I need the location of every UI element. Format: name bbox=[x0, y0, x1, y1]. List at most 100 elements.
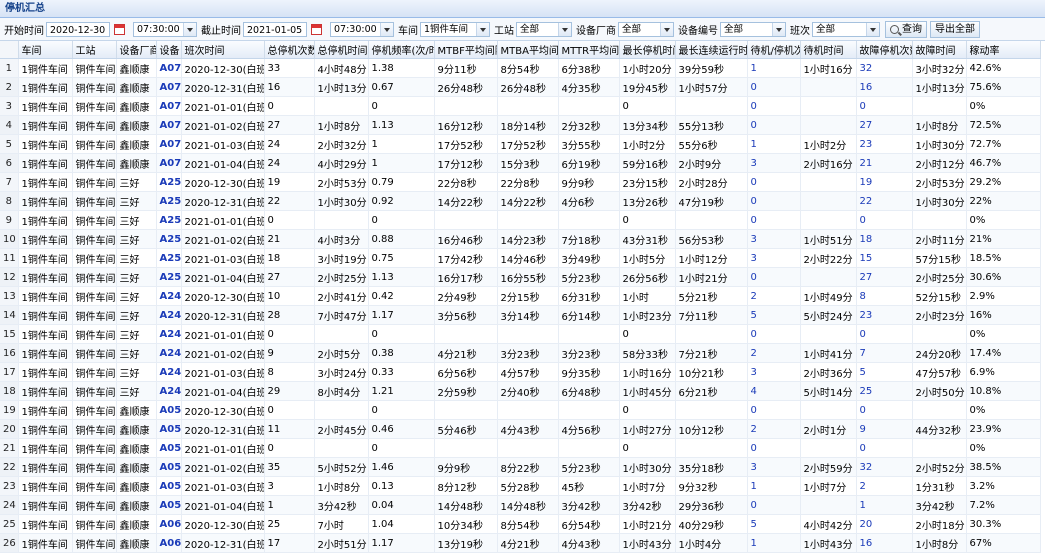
column-header[interactable]: 待机/停机次数 bbox=[747, 41, 801, 59]
end-calendar-icon[interactable] bbox=[311, 23, 322, 35]
column-header[interactable]: 总停机时间 bbox=[314, 41, 369, 59]
column-header[interactable]: 车间 bbox=[18, 41, 73, 59]
table-row[interactable]: 18 1铜件车间 铜件车间 三好 A24 2021-01-04(白班) 29 8小时4分 1.2… bbox=[0, 381, 1041, 401]
table-cell: 0 bbox=[619, 96, 676, 116]
table-row[interactable]: 9 1铜件车间 铜件车间 三好 A25 2021-01-01(白班) 0 0 0 0 0 0% bbox=[0, 210, 1041, 230]
table-row[interactable]: 14 1铜件车间 铜件车间 三好 A24 2020-12-31(白班) 28 7小时47分 1.… bbox=[0, 305, 1041, 325]
column-header[interactable]: MTTR平均间隔 bbox=[558, 41, 620, 59]
table-cell: 23分15秒 bbox=[619, 172, 676, 192]
table-cell: 0 bbox=[264, 438, 315, 458]
table-cell: 2021-01-02(白班) bbox=[181, 229, 265, 249]
table-cell: 1小时20分 bbox=[619, 58, 676, 78]
column-header[interactable]: 停机频率(次/时) bbox=[368, 41, 435, 59]
query-button[interactable]: 查询 bbox=[885, 20, 927, 38]
start-date-input[interactable]: 2020-12-30 bbox=[46, 21, 110, 37]
column-header[interactable]: 待机时间 bbox=[800, 41, 857, 59]
query-label: 查询 bbox=[902, 23, 922, 35]
table-cell: 6分31秒 bbox=[558, 286, 620, 306]
table-row[interactable]: 6 1铜件车间 铜件车间 鑫顺康 A07 2021-01-04(白班) 24 4小时29分 1 1… bbox=[0, 153, 1041, 173]
table-row[interactable]: 22 1铜件车间 铜件车间 鑫顺康 A05 2021-01-02(白班) 35 5小时52分 1… bbox=[0, 457, 1041, 477]
table-row[interactable]: 3 1铜件车间 铜件车间 鑫顺康 A07 2021-01-01(白班) 0 0 0 0 0 0% bbox=[0, 96, 1041, 116]
table-row[interactable]: 1 1铜件车间 铜件车间 鑫顺康 A07 2020-12-30(白班) 33 4小时48分 1.… bbox=[0, 58, 1041, 78]
export-all-button[interactable]: 导出全部 bbox=[930, 20, 980, 38]
table-row[interactable]: 24 1铜件车间 铜件车间 鑫顺康 A05 2021-01-04(白班) 1 3分42秒 0.0… bbox=[0, 495, 1041, 515]
table-row[interactable]: 21 1铜件车间 铜件车间 鑫顺康 A05 2021-01-01(白班) 0 0 0 0 0 0% bbox=[0, 438, 1041, 458]
table-cell: 2小时28分 bbox=[675, 172, 748, 192]
table-cell: 2小时25分 bbox=[314, 267, 369, 287]
vendor-select[interactable]: 全部 bbox=[618, 21, 674, 37]
column-header[interactable]: 设备厂商 bbox=[116, 41, 157, 59]
table-cell: 14分23秒 bbox=[497, 229, 559, 249]
table-row[interactable]: 8 1铜件车间 铜件车间 三好 A25 2020-12-31(白班) 22 1小时30分 0.9… bbox=[0, 191, 1041, 211]
table-cell: 1小时7分 bbox=[800, 476, 857, 496]
table-cell: 17分12秒 bbox=[434, 153, 498, 173]
end-time-select[interactable]: 07:30:00 bbox=[330, 21, 394, 37]
table-row[interactable]: 25 1铜件车间 铜件车间 鑫顺康 A06 2020-12-30(白班) 25 7小时 1.04… bbox=[0, 514, 1041, 534]
table-cell: 鑫顺康 bbox=[116, 58, 157, 78]
table-cell: 2 bbox=[747, 286, 801, 306]
table-row[interactable]: 12 1铜件车间 铜件车间 三好 A25 2021-01-04(白班) 27 2小时25分 1.… bbox=[0, 267, 1041, 287]
column-header[interactable]: 班次时间 bbox=[181, 41, 265, 59]
table-row[interactable]: 15 1铜件车间 铜件车间 三好 A24 2021-01-01(白班) 0 0 0 0 0 0% bbox=[0, 324, 1041, 344]
row-number: 14 bbox=[0, 305, 19, 325]
workshop-select[interactable]: 1铜件车间 bbox=[420, 21, 490, 37]
chevron-down-icon[interactable] bbox=[183, 22, 196, 36]
table-row[interactable]: 5 1铜件车间 铜件车间 鑫顺康 A07 2021-01-03(白班) 24 2小时32分 1 1… bbox=[0, 134, 1041, 154]
chevron-down-icon[interactable] bbox=[558, 22, 571, 36]
column-header[interactable]: 故障时间 bbox=[912, 41, 967, 59]
table-cell: 3 bbox=[747, 229, 801, 249]
chevron-down-icon[interactable] bbox=[772, 22, 785, 36]
table-cell: 2小时23分 bbox=[912, 305, 967, 325]
table-cell bbox=[800, 115, 857, 135]
column-header[interactable]: MTBA平均间隔 bbox=[497, 41, 559, 59]
table-row[interactable]: 19 1铜件车间 铜件车间 鑫顺康 A05 2020-12-30(白班) 0 0 0 0 0 0% bbox=[0, 400, 1041, 420]
device-select[interactable]: 全部 bbox=[720, 21, 786, 37]
table-cell: 1小时13分 bbox=[314, 77, 369, 97]
chevron-down-icon[interactable] bbox=[660, 22, 673, 36]
table-cell: 75.6% bbox=[966, 77, 1041, 97]
column-header[interactable]: 故障停机次数 bbox=[856, 41, 913, 59]
chevron-down-icon[interactable] bbox=[476, 22, 489, 36]
table-cell: 9分32秒 bbox=[675, 476, 748, 496]
table-row[interactable]: 7 1铜件车间 铜件车间 三好 A25 2020-12-30(白班) 19 2小时53分 0.7… bbox=[0, 172, 1041, 192]
table-row[interactable]: 13 1铜件车间 铜件车间 三好 A24 2020-12-30(白班) 10 2小时41分 0.… bbox=[0, 286, 1041, 306]
column-header[interactable]: MTBF平均间隔 bbox=[434, 41, 498, 59]
table-cell: 3分42秒 bbox=[912, 495, 967, 515]
table-row[interactable]: 23 1铜件车间 铜件车间 鑫顺康 A05 2021-01-03(白班) 3 1小时8分 0.1… bbox=[0, 476, 1041, 496]
chevron-down-icon[interactable] bbox=[866, 22, 879, 36]
table-row[interactable]: 11 1铜件车间 铜件车间 三好 A25 2021-01-03(白班) 18 3小时19分 0.… bbox=[0, 248, 1041, 268]
station-select[interactable]: 全部 bbox=[516, 21, 572, 37]
table-row[interactable]: 2 1铜件车间 铜件车间 鑫顺康 A07 2020-12-31(白班) 16 1小时13分 0.… bbox=[0, 77, 1041, 97]
start-calendar-icon[interactable] bbox=[114, 23, 125, 35]
table-cell: 72.7% bbox=[966, 134, 1041, 154]
table-cell: 32 bbox=[856, 457, 913, 477]
table-row[interactable]: 10 1铜件车间 铜件车间 三好 A25 2021-01-02(白班) 21 4小时3分 0.8… bbox=[0, 229, 1041, 249]
table-cell: 23 bbox=[856, 305, 913, 325]
table-cell: A24 bbox=[156, 305, 182, 325]
table-cell: 2小时53分 bbox=[314, 172, 369, 192]
table-row[interactable]: 26 1铜件车间 铜件车间 鑫顺康 A06 2020-12-31(白班) 17 2小时51分 1… bbox=[0, 533, 1041, 553]
table-row[interactable]: 20 1铜件车间 铜件车间 鑫顺康 A05 2020-12-31(白班) 11 2小时45分 0… bbox=[0, 419, 1041, 439]
column-header[interactable]: 稼动率 bbox=[966, 41, 1041, 59]
column-header[interactable]: 最长停机时间 bbox=[619, 41, 676, 59]
table-cell bbox=[912, 96, 967, 116]
table-cell bbox=[912, 400, 967, 420]
column-header[interactable]: 工站 bbox=[72, 41, 117, 59]
start-time-select[interactable]: 07:30:00 bbox=[133, 21, 197, 37]
table-row[interactable]: 16 1铜件车间 铜件车间 三好 A24 2021-01-02(白班) 9 2小时5分 0.38… bbox=[0, 343, 1041, 363]
table-cell bbox=[558, 210, 620, 230]
table-row[interactable]: 17 1铜件车间 铜件车间 三好 A24 2021-01-03(白班) 8 3小时24分 0.3… bbox=[0, 362, 1041, 382]
shift-select[interactable]: 全部 bbox=[812, 21, 880, 37]
column-header[interactable]: 设备 bbox=[156, 41, 182, 59]
column-header[interactable] bbox=[0, 41, 19, 59]
chevron-down-icon[interactable] bbox=[380, 22, 393, 36]
table-row[interactable]: 4 1铜件车间 铜件车间 鑫顺康 A07 2021-01-02(白班) 27 1小时8分 1.1… bbox=[0, 115, 1041, 135]
table-cell: 0.88 bbox=[368, 229, 435, 249]
table-cell: 25 bbox=[264, 514, 315, 534]
end-date-input[interactable]: 2021-01-05 bbox=[243, 21, 307, 37]
column-header[interactable]: 总停机次数 bbox=[264, 41, 315, 59]
table-cell bbox=[800, 267, 857, 287]
start-time-label: 开始时间 bbox=[4, 25, 44, 37]
column-header[interactable]: 最长连续运行时间 bbox=[675, 41, 748, 59]
table-cell: A05 bbox=[156, 457, 182, 477]
